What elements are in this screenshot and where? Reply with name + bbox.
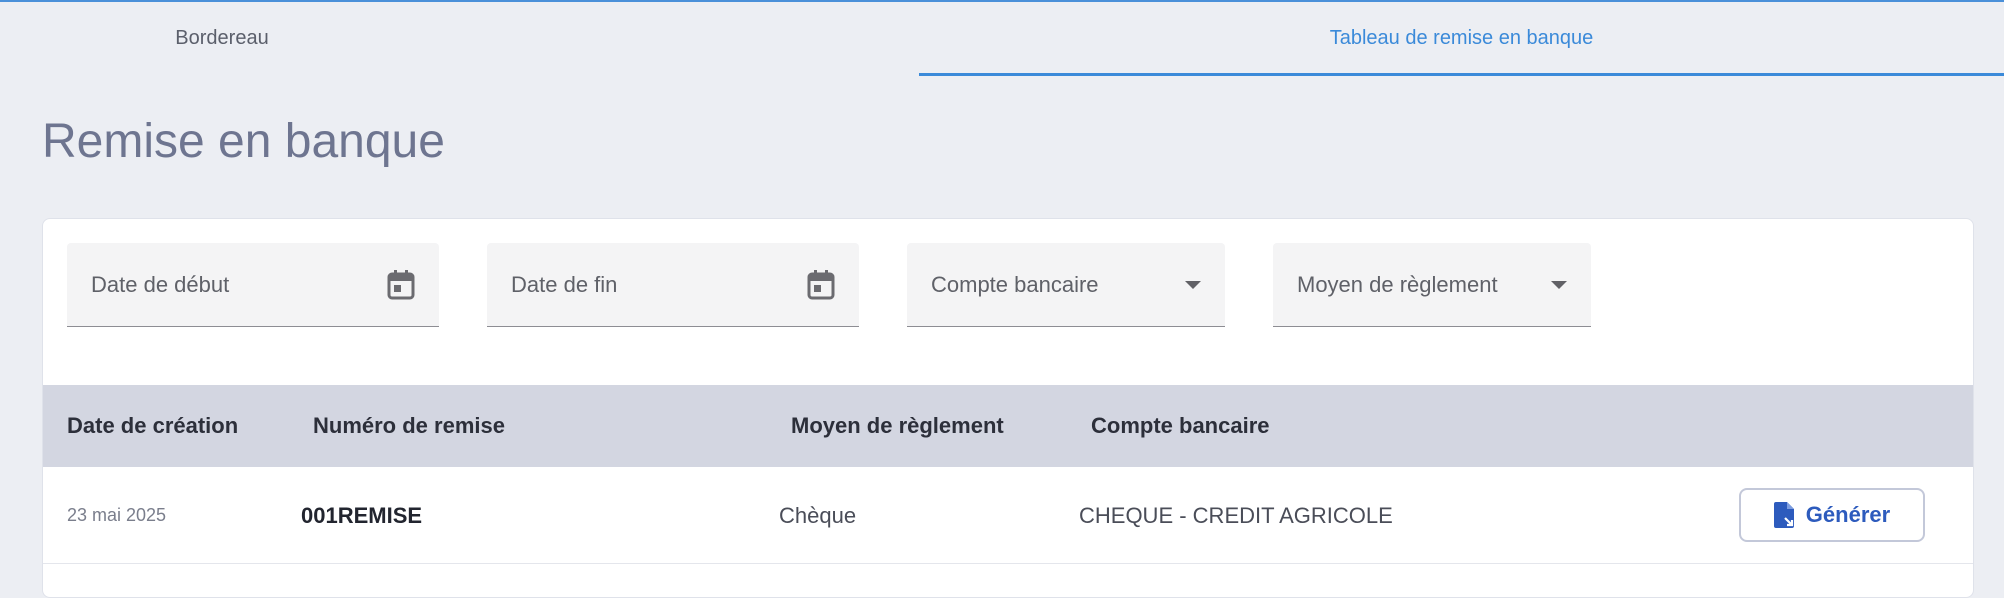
cell-method: Chèque bbox=[779, 502, 857, 528]
remise-card: Date de début Date de fin Compte bancair… bbox=[42, 218, 1974, 598]
cell-number: 001REMISE bbox=[301, 502, 423, 528]
generate-button-label: Générer bbox=[1805, 502, 1891, 527]
bank-account-label: Compte bancaire bbox=[931, 271, 1099, 297]
cell-date: 23 mai 2025 bbox=[67, 505, 167, 525]
page-title: Remise en banque bbox=[42, 115, 445, 168]
tab-bordereau[interactable]: Bordereau bbox=[0, 2, 444, 74]
start-date-label: Date de début bbox=[91, 271, 230, 297]
file-export-icon bbox=[1773, 502, 1794, 528]
tab-label: Bordereau bbox=[175, 26, 269, 49]
payment-method-select[interactable]: Moyen de règlement bbox=[1273, 243, 1591, 327]
cell-account: CHEQUE - CREDIT AGRICOLE bbox=[1079, 502, 1393, 528]
table-header: Date de création Numéro de remise Moyen … bbox=[43, 385, 1973, 467]
generate-button[interactable]: Générer bbox=[1739, 488, 1925, 542]
start-date-field[interactable]: Date de début bbox=[67, 243, 439, 327]
tab-bar: Bordereau Tableau de remise en banque bbox=[0, 2, 2004, 76]
end-date-label: Date de fin bbox=[511, 271, 618, 297]
column-header-number[interactable]: Numéro de remise bbox=[313, 385, 505, 467]
chevron-down-icon bbox=[1551, 280, 1567, 289]
tab-tableau-remise[interactable]: Tableau de remise en banque bbox=[919, 2, 2004, 74]
tab-label: Tableau de remise en banque bbox=[1329, 26, 1594, 49]
calendar-icon[interactable] bbox=[807, 269, 835, 300]
bank-account-select[interactable]: Compte bancaire bbox=[907, 243, 1225, 327]
calendar-icon[interactable] bbox=[387, 269, 415, 300]
end-date-field[interactable]: Date de fin bbox=[487, 243, 859, 327]
column-header-method[interactable]: Moyen de règlement bbox=[791, 385, 1004, 467]
column-header-date[interactable]: Date de création bbox=[67, 385, 238, 467]
active-tab-indicator bbox=[919, 73, 2004, 76]
chevron-down-icon bbox=[1185, 280, 1201, 289]
table-row[interactable]: 23 mai 2025 001REMISE Chèque CHEQUE - CR… bbox=[43, 467, 1973, 564]
payment-method-label: Moyen de règlement bbox=[1297, 271, 1498, 297]
column-header-account[interactable]: Compte bancaire bbox=[1091, 385, 1270, 467]
